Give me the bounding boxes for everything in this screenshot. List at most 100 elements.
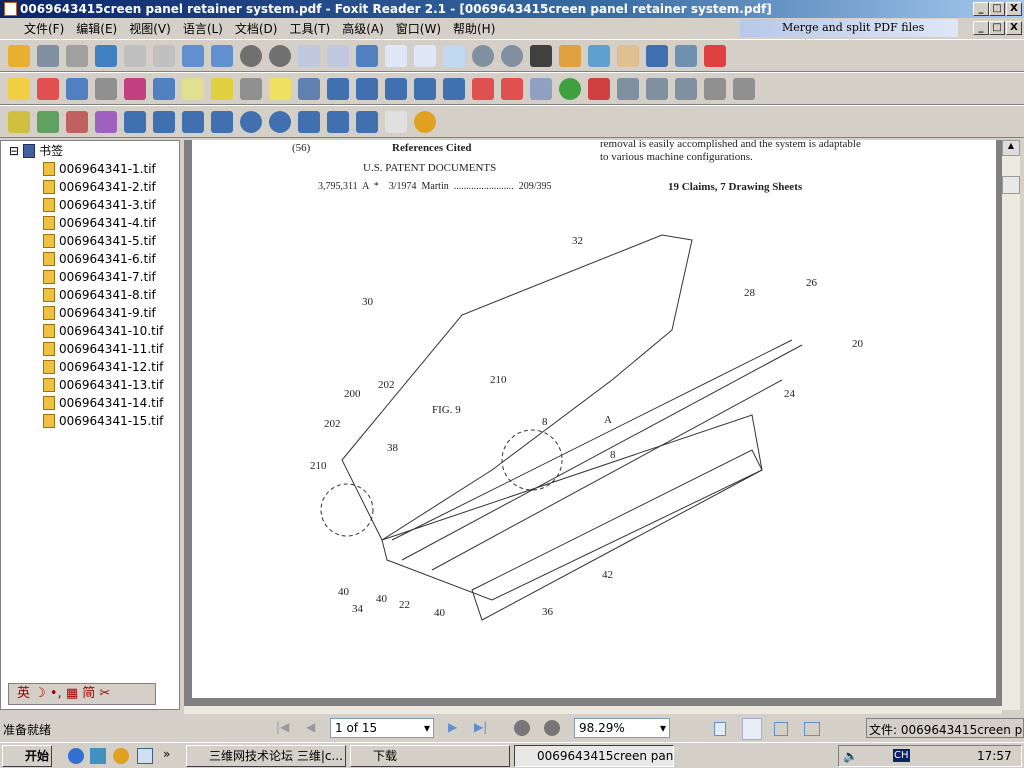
- draw-arrow-icon[interactable]: [124, 110, 146, 133]
- open-icon[interactable]: [8, 44, 30, 67]
- facing-icon[interactable]: [774, 722, 788, 736]
- bookmark-item[interactable]: 006964341-15.tif: [43, 412, 163, 430]
- ime-toolbar[interactable]: 英 ☽ •, ▦ 简 ✂: [8, 683, 156, 705]
- distance-icon[interactable]: [356, 77, 378, 100]
- snapshot-icon[interactable]: [675, 44, 697, 67]
- zoom-out-icon[interactable]: [472, 44, 494, 67]
- task-firefox-download[interactable]: 下载: [350, 745, 510, 767]
- shape-icon[interactable]: [298, 110, 320, 133]
- edit-icon[interactable]: [37, 77, 59, 100]
- start-button[interactable]: 开始: [2, 745, 52, 767]
- attach-icon[interactable]: [95, 77, 117, 100]
- bookmark-item[interactable]: 006964341-8.tif: [43, 286, 156, 304]
- doc-close-button[interactable]: X: [1006, 21, 1022, 35]
- doc-restore-button[interactable]: □: [989, 21, 1005, 35]
- menu-document[interactable]: 文档(D): [235, 20, 278, 37]
- typewriter-icon[interactable]: [704, 44, 726, 67]
- menu-window[interactable]: 窗口(W): [396, 20, 441, 37]
- line-icon[interactable]: [153, 110, 175, 133]
- eraser-icon[interactable]: [385, 110, 407, 133]
- scroll-up-button[interactable]: ▲: [1002, 140, 1020, 156]
- textfield-icon[interactable]: [675, 77, 697, 100]
- prev-page-button[interactable]: ◀: [306, 720, 315, 734]
- ie-icon[interactable]: [68, 748, 84, 764]
- bookmark-item[interactable]: 006964341-3.tif: [43, 196, 156, 214]
- freeform-icon[interactable]: [327, 110, 349, 133]
- arrow-icon[interactable]: [327, 77, 349, 100]
- underline-icon[interactable]: [37, 110, 59, 133]
- back-button[interactable]: [514, 720, 530, 736]
- continuous-icon[interactable]: [742, 718, 762, 740]
- comment-icon[interactable]: [269, 77, 291, 100]
- menu-edit[interactable]: 编辑(E): [76, 20, 117, 37]
- help-icon[interactable]: [414, 110, 436, 133]
- menu-language[interactable]: 语言(L): [183, 20, 223, 37]
- highlight-icon[interactable]: [211, 77, 233, 100]
- bookmark-item[interactable]: 006964341-14.tif: [43, 394, 163, 412]
- first-page-button[interactable]: |◀: [276, 720, 289, 734]
- copy-icon[interactable]: [298, 44, 320, 67]
- horizontal-scrollbar[interactable]: [184, 706, 1002, 714]
- rectangle-icon[interactable]: [66, 77, 88, 100]
- continuous-facing-icon[interactable]: [804, 722, 820, 736]
- find-icon[interactable]: [530, 44, 552, 67]
- first-page-icon[interactable]: [124, 44, 146, 67]
- pencil-icon[interactable]: [356, 110, 378, 133]
- network-icon[interactable]: [90, 748, 106, 764]
- bookmark-item[interactable]: 006964341-1.tif: [43, 160, 156, 178]
- doc-minimize-button[interactable]: _: [973, 21, 989, 35]
- listbox-icon[interactable]: [617, 77, 639, 100]
- form-icon[interactable]: [472, 77, 494, 100]
- bookmark-item[interactable]: 006964341-6.tif: [43, 250, 156, 268]
- note-icon[interactable]: [182, 77, 204, 100]
- next-page-button[interactable]: ▶: [448, 720, 457, 734]
- last-page-button[interactable]: ▶|: [474, 720, 487, 734]
- bookmark-root[interactable]: ⊟ 书签: [9, 142, 63, 160]
- bookmark-item[interactable]: 006964341-4.tif: [43, 214, 156, 232]
- rect-icon[interactable]: [211, 110, 233, 133]
- email-icon[interactable]: [95, 44, 117, 67]
- menu-help[interactable]: 帮助(H): [453, 20, 495, 37]
- actual-size-icon[interactable]: [385, 44, 407, 67]
- bookmark-item[interactable]: 006964341-13.tif: [43, 376, 163, 394]
- button-field-icon[interactable]: [530, 77, 552, 100]
- select-icon[interactable]: [8, 77, 30, 100]
- volume-icon[interactable]: 🔈: [843, 749, 858, 763]
- task-foxit[interactable]: 0069643415creen panel r...: [514, 745, 674, 767]
- paste-icon[interactable]: [327, 44, 349, 67]
- task-firefox-forum[interactable]: 三维网技术论坛 三维|c...: [186, 745, 346, 767]
- scroll-thumb[interactable]: [1002, 176, 1020, 194]
- last-page-icon[interactable]: [211, 44, 233, 67]
- link-icon[interactable]: [385, 77, 407, 100]
- bookmark-item[interactable]: 006964341-10.tif: [43, 322, 163, 340]
- search-icon[interactable]: [153, 77, 175, 100]
- menu-file[interactable]: 文件(F): [24, 20, 64, 37]
- bookmark-item[interactable]: 006964341-11.tif: [43, 340, 163, 358]
- next-page-icon[interactable]: [182, 44, 204, 67]
- circle-icon[interactable]: [240, 110, 262, 133]
- vertical-scrollbar[interactable]: ▲: [1002, 140, 1020, 710]
- sound-icon[interactable]: [733, 77, 755, 100]
- menu-advanced[interactable]: 高级(A): [342, 20, 384, 37]
- forward-button[interactable]: [544, 720, 560, 736]
- cloud-icon[interactable]: [298, 77, 320, 100]
- highlighter-icon[interactable]: [8, 110, 30, 133]
- square-icon[interactable]: [182, 110, 204, 133]
- fit-page-icon[interactable]: [414, 44, 436, 67]
- checkbox-icon[interactable]: [588, 77, 610, 100]
- squiggly-icon[interactable]: [95, 110, 117, 133]
- rotate-icon[interactable]: [588, 44, 610, 67]
- ellipse-icon[interactable]: [269, 110, 291, 133]
- hand-icon[interactable]: [617, 44, 639, 67]
- forward-icon[interactable]: [269, 44, 291, 67]
- bookmark-item[interactable]: 006964341-7.tif: [43, 268, 156, 286]
- select-text-icon[interactable]: [646, 44, 668, 67]
- fit-width-icon[interactable]: [443, 44, 465, 67]
- maximize-button[interactable]: □: [989, 2, 1005, 16]
- bookmark-icon[interactable]: [559, 44, 581, 67]
- text-tool-icon[interactable]: [240, 77, 262, 100]
- polygon-icon[interactable]: [443, 77, 465, 100]
- polyline-icon[interactable]: [414, 77, 436, 100]
- menu-tools[interactable]: 工具(T): [289, 20, 330, 37]
- merge-split-ad[interactable]: Merge and split PDF files: [740, 19, 958, 37]
